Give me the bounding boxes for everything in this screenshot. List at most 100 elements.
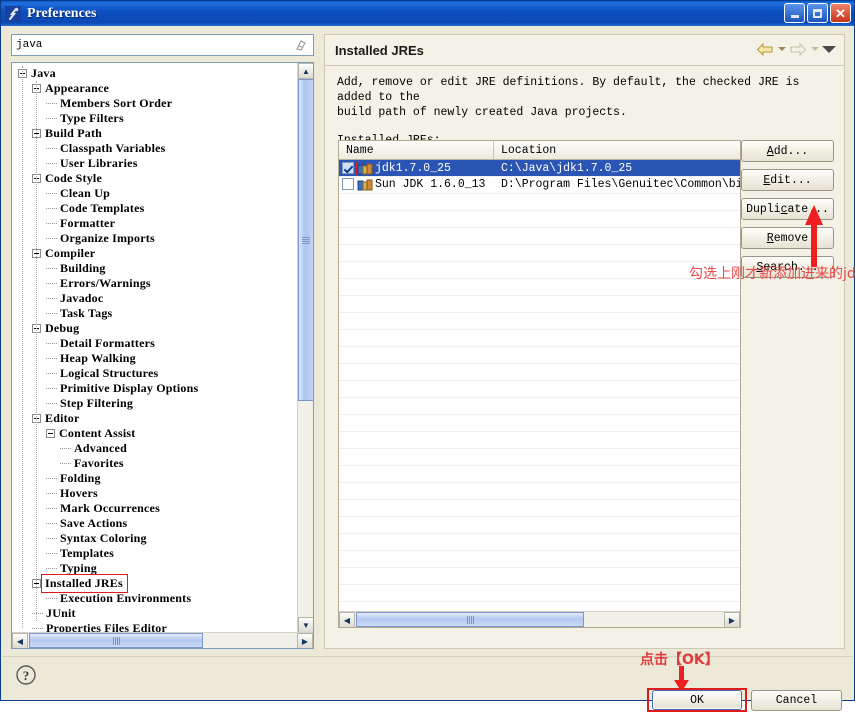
tree-item-java[interactable]: Java bbox=[12, 66, 298, 81]
tree-item-logical-structures[interactable]: Logical Structures bbox=[12, 366, 298, 381]
view-menu-chevron-icon[interactable] bbox=[821, 40, 837, 58]
table-empty-row bbox=[339, 381, 740, 398]
back-dropdown-chevron-icon[interactable] bbox=[777, 40, 786, 58]
tree-item-user-libraries[interactable]: User Libraries bbox=[12, 156, 298, 171]
tree-item-building[interactable]: Building bbox=[12, 261, 298, 276]
horizontal-scroll-thumb[interactable] bbox=[29, 633, 203, 648]
search-input[interactable] bbox=[12, 38, 292, 52]
tree-item-errors-warnings[interactable]: Errors/Warnings bbox=[12, 276, 298, 291]
tree-branch-line bbox=[46, 567, 57, 570]
tree-item-content-assist[interactable]: Content Assist bbox=[12, 426, 298, 441]
filter-box[interactable] bbox=[11, 34, 314, 56]
tree-item-syntax-coloring[interactable]: Syntax Coloring bbox=[12, 531, 298, 546]
tree-branch-line bbox=[60, 462, 71, 465]
tree-item-heap-walking[interactable]: Heap Walking bbox=[12, 351, 298, 366]
tree-item-installed-jres[interactable]: Installed JREs bbox=[12, 574, 298, 593]
ok-button[interactable]: OK bbox=[652, 690, 742, 710]
tree-item-task-tags[interactable]: Task Tags bbox=[12, 306, 298, 321]
tree-item-build-path[interactable]: Build Path bbox=[12, 126, 298, 141]
tree-item-members-sort-order[interactable]: Members Sort Order bbox=[12, 96, 298, 111]
tree-vertical-scrollbar[interactable]: ▲ ▼ bbox=[297, 63, 313, 633]
tree-branch-line bbox=[46, 207, 57, 210]
scroll-down-icon[interactable]: ▼ bbox=[298, 617, 313, 633]
tree-branch-line bbox=[46, 267, 57, 270]
tree-item-appearance[interactable]: Appearance bbox=[12, 81, 298, 96]
tree-item-favorites[interactable]: Favorites bbox=[12, 456, 298, 471]
tree-item-execution-environments[interactable]: Execution Environments bbox=[12, 591, 298, 606]
maximize-icon[interactable] bbox=[807, 3, 828, 23]
tree-item-junit[interactable]: JUnit bbox=[12, 606, 298, 621]
tree-item-label: Advanced bbox=[74, 441, 127, 455]
jre-checkbox[interactable] bbox=[339, 161, 357, 175]
tree-item-primitive-display-options[interactable]: Primitive Display Options bbox=[12, 381, 298, 396]
scroll-right-icon[interactable]: ▶ bbox=[297, 633, 313, 648]
minimize-icon[interactable] bbox=[784, 3, 805, 23]
tree-item-hovers[interactable]: Hovers bbox=[12, 486, 298, 501]
jre-checkbox[interactable] bbox=[342, 178, 354, 190]
tree-item-code-templates[interactable]: Code Templates bbox=[12, 201, 298, 216]
scroll-up-icon[interactable]: ▲ bbox=[298, 63, 313, 79]
table-empty-row bbox=[339, 194, 740, 211]
tree-horizontal-scrollbar[interactable]: ◀ ▶ bbox=[12, 632, 313, 648]
tree-item-type-filters[interactable]: Type Filters bbox=[12, 111, 298, 126]
tree-item-detail-formatters[interactable]: Detail Formatters bbox=[12, 336, 298, 351]
tree-item-advanced[interactable]: Advanced bbox=[12, 441, 298, 456]
tree-item-step-filtering[interactable]: Step Filtering bbox=[12, 396, 298, 411]
scroll-left-icon[interactable]: ◀ bbox=[12, 633, 28, 648]
table-horizontal-scrollbar[interactable]: ◀ ▶ bbox=[339, 611, 740, 627]
tree-item-label: Syntax Coloring bbox=[60, 531, 147, 545]
tree-item-formatter[interactable]: Formatter bbox=[12, 216, 298, 231]
tree-item-label: Code Style bbox=[45, 171, 102, 185]
tree-item-label: Type Filters bbox=[60, 111, 124, 125]
tree-item-code-style[interactable]: Code Style bbox=[12, 171, 298, 186]
jre-table[interactable]: Name Location jdk1.7.0_25 C:\Java\jdk1.7.… bbox=[338, 140, 741, 628]
page-title: Installed JREs bbox=[335, 42, 424, 58]
add-button[interactable]: Add... bbox=[741, 140, 834, 162]
annotation-checkbox-note: 勾选上刚才新添加进来的jdk bbox=[689, 266, 855, 282]
svg-text:?: ? bbox=[23, 668, 30, 683]
tree-expander-collapse-icon[interactable] bbox=[46, 429, 55, 438]
table-row[interactable]: Sun JDK 1.6.0_13 D:\Program Files\Genuite… bbox=[339, 176, 740, 192]
eclipse-preferences-icon bbox=[5, 5, 21, 22]
tree-item-mark-occurrences[interactable]: Mark Occurrences bbox=[12, 501, 298, 516]
back-arrow-icon[interactable] bbox=[755, 39, 775, 59]
eraser-clear-icon[interactable] bbox=[292, 36, 310, 54]
table-empty-rows bbox=[339, 160, 740, 627]
horizontal-scroll-thumb[interactable] bbox=[356, 612, 584, 627]
tree-item-label: Save Actions bbox=[60, 516, 128, 530]
table-empty-row bbox=[339, 228, 740, 245]
tree-item-label: Typing bbox=[60, 561, 97, 575]
tree-item-templates[interactable]: Templates bbox=[12, 546, 298, 561]
tree-item-compiler[interactable]: Compiler bbox=[12, 246, 298, 261]
tree-item-organize-imports[interactable]: Organize Imports bbox=[12, 231, 298, 246]
tree-item-folding[interactable]: Folding bbox=[12, 471, 298, 486]
scroll-left-icon[interactable]: ◀ bbox=[339, 612, 355, 627]
page-header: Installed JREs bbox=[325, 35, 844, 66]
tree-item-label: Mark Occurrences bbox=[60, 501, 160, 515]
column-header-name[interactable]: Name bbox=[339, 141, 494, 159]
table-row[interactable]: jdk1.7.0_25 C:\Java\jdk1.7.0_25 bbox=[339, 160, 740, 176]
help-question-icon[interactable]: ? bbox=[15, 664, 37, 686]
table-empty-row bbox=[339, 415, 740, 432]
tree-branch-line bbox=[46, 507, 57, 510]
tree-item-debug[interactable]: Debug bbox=[12, 321, 298, 336]
tree-item-typing[interactable]: Typing bbox=[12, 561, 298, 576]
close-icon[interactable]: ✕ bbox=[830, 3, 851, 23]
tree-item-label: Templates bbox=[60, 546, 115, 560]
column-header-location[interactable]: Location bbox=[494, 141, 740, 159]
vertical-scroll-thumb[interactable] bbox=[298, 79, 313, 401]
edit-button[interactable]: Edit... bbox=[741, 169, 834, 191]
tree-item-classpath-variables[interactable]: Classpath Variables bbox=[12, 141, 298, 156]
table-empty-row bbox=[339, 211, 740, 228]
scroll-grip-icon bbox=[112, 636, 120, 645]
tree-item-javadoc[interactable]: Javadoc bbox=[12, 291, 298, 306]
tree-branch-line bbox=[46, 552, 57, 555]
tree-item-editor[interactable]: Editor bbox=[12, 411, 298, 426]
tree-item-clean-up[interactable]: Clean Up bbox=[12, 186, 298, 201]
tree-branch-line bbox=[46, 597, 57, 600]
tree-item-save-actions[interactable]: Save Actions bbox=[12, 516, 298, 531]
preferences-tree[interactable]: Java Appearance Members Sort Order Type Fil… bbox=[11, 62, 314, 649]
tree-branch-line bbox=[46, 357, 57, 360]
scroll-right-icon[interactable]: ▶ bbox=[724, 612, 740, 627]
cell-location: C:\Java\jdk1.7.0_25 bbox=[501, 161, 633, 175]
